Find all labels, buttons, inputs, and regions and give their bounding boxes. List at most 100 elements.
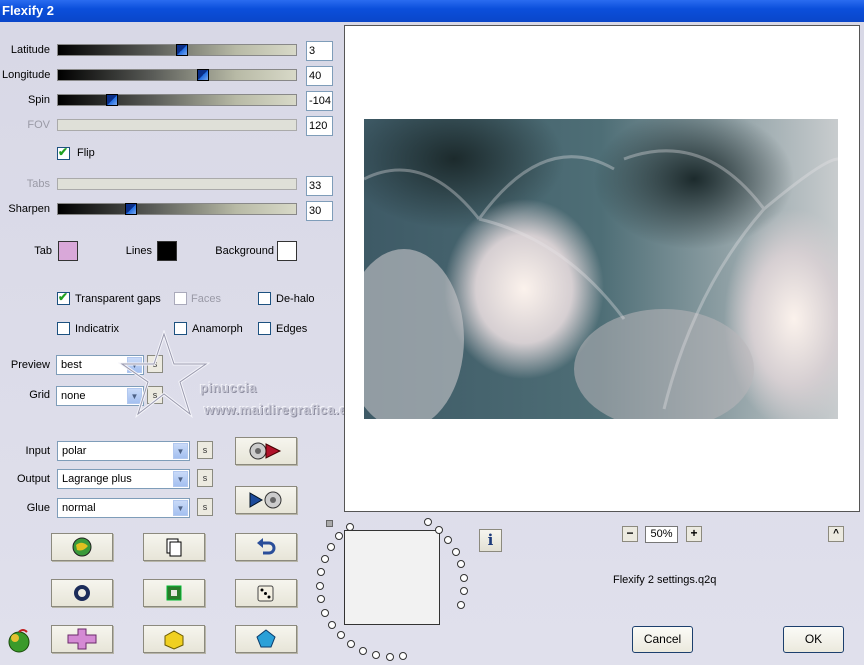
cube-icon xyxy=(164,630,184,650)
copy-page-icon xyxy=(166,538,182,557)
settings-filename: Flexify 2 settings.q2q xyxy=(613,574,717,586)
copy-button[interactable] xyxy=(143,533,205,561)
cube-button[interactable] xyxy=(143,625,205,653)
pentagon-button[interactable] xyxy=(235,625,297,653)
glue-select[interactable]: normal ▼ xyxy=(57,498,190,518)
spin-slider-thumb[interactable] xyxy=(106,94,118,106)
latitude-slider-thumb[interactable] xyxy=(176,44,188,56)
globe-icon xyxy=(72,537,92,557)
load-preset-button[interactable] xyxy=(235,437,297,465)
pentagon-icon xyxy=(256,629,276,648)
output-select[interactable]: Lagrange plus ▼ xyxy=(57,469,190,489)
ring-button[interactable] xyxy=(51,579,113,607)
dice-icon xyxy=(257,585,274,602)
ring-dot xyxy=(385,652,394,661)
longitude-label: Longitude xyxy=(2,69,51,81)
ring-dot xyxy=(434,526,443,535)
ring-dot xyxy=(451,547,460,556)
star-watermark-icon xyxy=(118,330,210,419)
edges-checkbox[interactable] xyxy=(258,322,271,335)
tab-color-label: Tab xyxy=(34,245,52,257)
title-bar: Flexify 2 xyxy=(0,0,864,22)
grid-label: Grid xyxy=(29,389,50,401)
tabs-field: 33 xyxy=(306,176,333,196)
lines-color-swatch[interactable] xyxy=(157,241,177,261)
zoom-level: 50% xyxy=(645,526,678,543)
faces-checkbox xyxy=(174,292,187,305)
input-select[interactable]: polar ▼ xyxy=(57,441,190,461)
sharpen-field[interactable]: 30 xyxy=(306,201,333,221)
latitude-label: Latitude xyxy=(10,44,50,56)
navigator-thumbnail[interactable] xyxy=(344,530,440,625)
ring-icon xyxy=(74,585,90,601)
longitude-field[interactable]: 40 xyxy=(306,66,333,86)
save-preset-button[interactable] xyxy=(235,486,297,514)
flexify-logo-icon xyxy=(8,629,30,653)
square-frame-button[interactable] xyxy=(143,579,205,607)
output-select-value: Lagrange plus xyxy=(62,473,132,485)
transparent-gaps-checkbox[interactable]: ✔ xyxy=(57,290,70,305)
zoom-out-button[interactable]: − xyxy=(622,526,638,542)
play-to-disc-icon xyxy=(249,491,282,509)
spin-label: Spin xyxy=(27,94,50,106)
watermark-name: pinuccia xyxy=(200,380,257,395)
ring-dot xyxy=(336,631,345,640)
sharpen-label: Sharpen xyxy=(8,203,50,215)
tile-handle-icon[interactable] xyxy=(326,520,333,527)
collapse-up-button[interactable]: ^ xyxy=(828,526,844,542)
ring-dot xyxy=(327,620,336,629)
longitude-slider[interactable] xyxy=(57,69,297,81)
random-dice-button[interactable] xyxy=(235,579,297,607)
tab-color-swatch[interactable] xyxy=(58,241,78,261)
indicatrix-checkbox[interactable] xyxy=(57,322,70,335)
fov-label: FOV xyxy=(27,119,50,131)
cross-button[interactable] xyxy=(51,625,113,653)
dehalo-label: De-halo xyxy=(276,293,315,305)
faces-label: Faces xyxy=(191,293,221,305)
tabs-label: Tabs xyxy=(26,178,50,190)
randomize-all-button[interactable] xyxy=(51,533,113,561)
input-select-value: polar xyxy=(62,445,87,457)
transparent-gaps-label: Transparent gaps xyxy=(75,293,161,305)
edges-label: Edges xyxy=(276,323,308,335)
check-mark-icon: ✔ xyxy=(58,290,69,304)
ring-dot xyxy=(316,581,324,590)
latitude-field[interactable]: 3 xyxy=(306,41,333,61)
sharpen-slider-thumb[interactable] xyxy=(125,203,137,215)
ring-dot xyxy=(345,522,354,531)
cancel-button[interactable]: Cancel xyxy=(632,626,693,653)
window-title: Flexify 2 xyxy=(2,3,55,18)
dehalo-checkbox[interactable] xyxy=(258,292,271,305)
spin-field[interactable]: -104 xyxy=(306,91,333,111)
undo-button[interactable] xyxy=(235,533,297,561)
preview-canvas xyxy=(344,25,860,512)
ring-dot xyxy=(358,646,367,655)
glue-s-button[interactable]: s xyxy=(197,498,213,516)
zoom-in-button[interactable]: + xyxy=(686,526,702,542)
info-button[interactable]: i xyxy=(479,529,502,552)
disc-to-play-icon xyxy=(249,442,282,460)
chevron-down-icon[interactable]: ▼ xyxy=(173,443,188,459)
fov-field: 120 xyxy=(306,116,333,136)
longitude-slider-thumb[interactable] xyxy=(197,69,209,81)
output-s-button[interactable]: s xyxy=(197,469,213,487)
chevron-down-icon[interactable]: ▼ xyxy=(173,471,188,487)
spin-slider[interactable] xyxy=(57,94,297,106)
latitude-slider[interactable] xyxy=(57,44,297,56)
cross-shape-icon xyxy=(67,628,97,650)
flip-label: Flip xyxy=(77,147,95,159)
ring-dot xyxy=(320,554,329,563)
lines-color-label: Lines xyxy=(125,245,152,257)
indicatrix-label: Indicatrix xyxy=(75,323,120,335)
output-label: Output xyxy=(16,473,50,485)
preview-image xyxy=(364,119,838,419)
sharpen-slider[interactable] xyxy=(57,203,297,215)
input-s-button[interactable]: s xyxy=(197,441,213,459)
tabs-slider xyxy=(57,178,297,190)
flip-checkbox[interactable]: ✔ xyxy=(57,145,70,160)
ring-dot xyxy=(459,573,468,582)
background-color-swatch[interactable] xyxy=(277,241,297,261)
chevron-down-icon[interactable]: ▼ xyxy=(173,500,188,516)
ok-button[interactable]: OK xyxy=(783,626,844,653)
preview-select-value: best xyxy=(61,359,82,371)
